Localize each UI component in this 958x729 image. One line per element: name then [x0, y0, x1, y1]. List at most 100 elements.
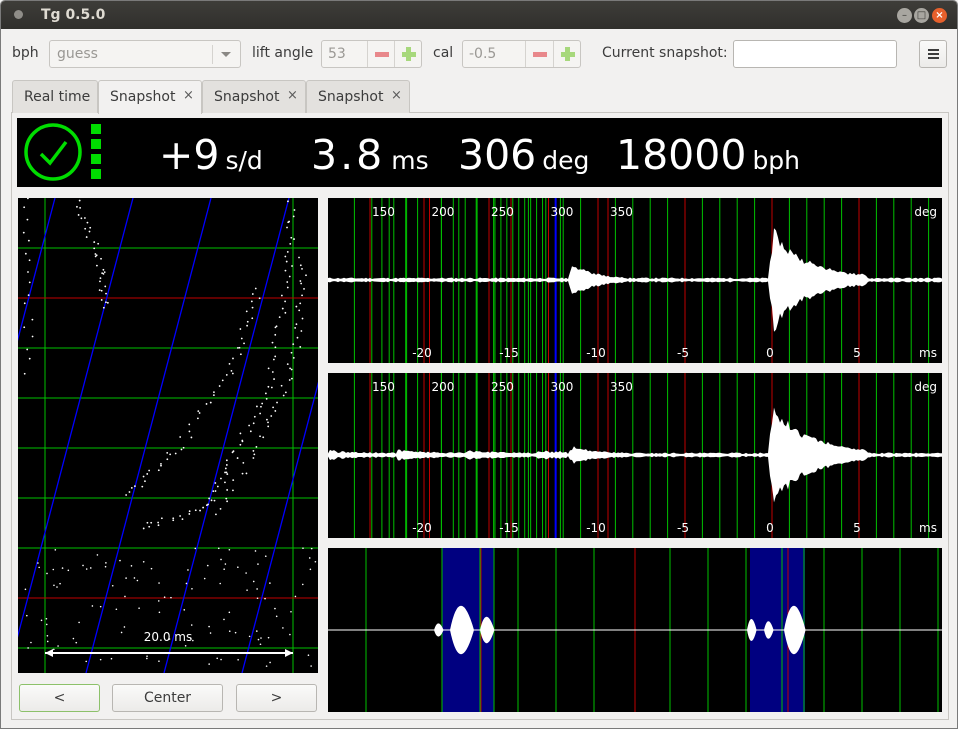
- strip-data-point: [260, 405, 262, 408]
- ms-unit-label: ms: [919, 346, 937, 360]
- strip-data-point: [105, 301, 107, 304]
- strip-data-point: [246, 324, 249, 327]
- strip-data-point: [105, 562, 107, 564]
- strip-data-point: [27, 271, 29, 273]
- strip-data-point: [172, 519, 175, 522]
- strip-data-point: [194, 509, 197, 512]
- strip-blue-trace: [18, 198, 134, 638]
- deg-tick-label: 300: [551, 205, 574, 219]
- strip-data-point: [267, 421, 269, 424]
- strip-data-point: [256, 588, 258, 590]
- strip-data-point: [274, 333, 277, 336]
- snapshot-name-input[interactable]: [733, 40, 897, 68]
- lift-angle-value[interactable]: 53: [328, 46, 346, 62]
- strip-data-point: [290, 377, 293, 380]
- maximize-icon[interactable]: □: [914, 8, 929, 23]
- bph-combobox[interactable]: guess: [49, 40, 241, 68]
- strip-data-point: [91, 605, 94, 607]
- minimize-icon[interactable]: –: [897, 8, 912, 23]
- close-icon[interactable]: ×: [932, 8, 947, 23]
- strip-data-point: [252, 457, 255, 459]
- strip-data-point: [45, 623, 48, 626]
- strip-data-point: [199, 509, 201, 512]
- cal-value[interactable]: -0.5: [469, 46, 496, 62]
- strip-data-point: [252, 422, 255, 425]
- strip-data-point: [130, 486, 133, 489]
- strip-data-point: [301, 267, 303, 270]
- prev-button[interactable]: <: [19, 684, 100, 712]
- close-tab-icon[interactable]: ×: [183, 88, 194, 103]
- plus-icon[interactable]: [553, 41, 581, 67]
- strip-data-point: [267, 385, 270, 388]
- menu-button[interactable]: [919, 40, 947, 68]
- strip-data-point: [146, 655, 148, 657]
- amplitude-readout: 306 deg: [458, 131, 589, 179]
- amplitude-unit: deg: [542, 146, 590, 175]
- strip-data-point: [225, 471, 228, 474]
- strip-data-point: [28, 259, 31, 262]
- strip-data-point: [286, 286, 289, 289]
- tab-snapshot-1[interactable]: Snapshot ×: [98, 80, 202, 114]
- strip-data-point: [85, 660, 88, 663]
- clock-ok-icon: [24, 123, 82, 181]
- waveform-envelope: [328, 228, 942, 332]
- strip-data-point: [183, 609, 186, 611]
- tab-label: Snapshot: [318, 89, 384, 105]
- strip-data-point: [232, 479, 235, 481]
- title-bar[interactable]: Tg 0.5.0 – □ ×: [1, 1, 957, 29]
- ms-tick-label: 5: [853, 521, 861, 535]
- strip-data-point: [26, 614, 28, 617]
- ms-tick-label: -20: [412, 346, 432, 360]
- close-tab-icon[interactable]: ×: [287, 88, 298, 103]
- strip-data-point: [271, 371, 274, 373]
- period-waveform-canvas: [328, 548, 942, 712]
- cal-spinner[interactable]: -0.5: [462, 40, 581, 68]
- minus-icon[interactable]: [525, 41, 553, 67]
- strip-data-point: [104, 565, 107, 568]
- strip-data-point: [160, 517, 163, 520]
- beat-error-unit: ms: [391, 146, 429, 175]
- deg-tick-label: 200: [432, 380, 455, 394]
- tab-snapshot-3[interactable]: Snapshot ×: [306, 80, 410, 113]
- chevron-down-icon[interactable]: [221, 52, 231, 57]
- strip-data-point: [23, 206, 26, 209]
- strip-data-point: [196, 417, 199, 420]
- strip-data-point: [150, 521, 153, 524]
- ms-tick-label: 0: [766, 346, 774, 360]
- strip-data-point: [179, 436, 182, 438]
- lift-angle-spinner[interactable]: 53: [321, 40, 422, 68]
- strip-data-point: [300, 330, 303, 332]
- strip-data-point: [213, 391, 215, 394]
- close-tab-icon[interactable]: ×: [391, 88, 402, 103]
- plus-icon[interactable]: [394, 41, 422, 67]
- tab-real-time[interactable]: Real time: [12, 80, 98, 113]
- strip-data-point: [146, 657, 148, 660]
- strip-data-point: [231, 451, 234, 454]
- strip-data-point: [290, 236, 293, 239]
- strip-data-point: [299, 302, 302, 305]
- app-menu-icon[interactable]: [14, 10, 23, 19]
- minus-icon[interactable]: [367, 41, 395, 67]
- strip-data-point: [194, 547, 197, 550]
- next-button[interactable]: >: [236, 684, 317, 712]
- strip-data-point: [226, 500, 229, 503]
- strip-data-point: [218, 385, 221, 387]
- paperstrip-canvas: [18, 198, 318, 673]
- strip-data-point: [295, 305, 298, 308]
- strip-data-point: [224, 481, 226, 484]
- strip-data-point: [243, 342, 245, 345]
- center-button[interactable]: Center: [112, 684, 223, 712]
- paperstrip-panel[interactable]: 20.0 ms: [18, 198, 318, 673]
- strip-data-point: [54, 549, 57, 551]
- tab-snapshot-2[interactable]: Snapshot ×: [202, 80, 306, 113]
- strip-data-point: [298, 309, 301, 312]
- rate-unit: s/d: [225, 146, 263, 175]
- strip-data-point: [94, 255, 97, 258]
- strip-data-point: [31, 318, 34, 321]
- strip-data-point: [197, 410, 200, 413]
- strip-data-point: [264, 555, 267, 558]
- strip-data-point: [241, 439, 244, 442]
- strip-data-point: [286, 281, 289, 283]
- strip-data-point: [224, 467, 227, 470]
- measurement-display: +9 s/d 3.8 ms 306 deg 18000 bph: [17, 118, 942, 187]
